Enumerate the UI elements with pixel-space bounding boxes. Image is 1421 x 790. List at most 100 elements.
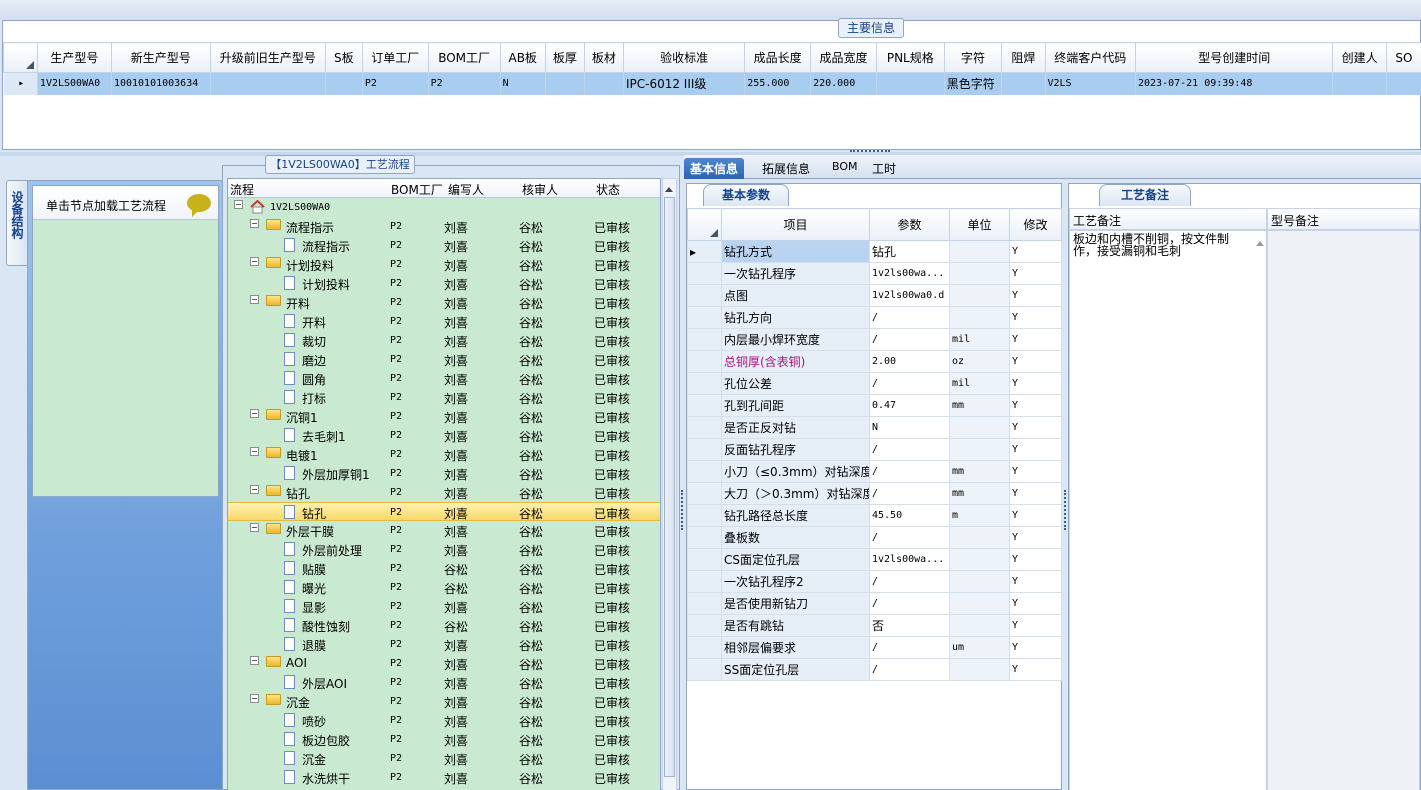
col-header[interactable]: PNL规格 <box>875 42 945 73</box>
tree-leaf-node[interactable]: 去毛刺1 P2 刘喜 谷松 已审核 <box>228 426 660 445</box>
table-cell[interactable] <box>1386 72 1421 95</box>
collapse-toggle-icon[interactable]: − <box>250 257 259 266</box>
tree-root[interactable]: − 1V2LS00WA0 <box>228 198 660 217</box>
tree-group-node[interactable]: − 外层干膜 P2 刘喜 谷松 已审核 <box>228 521 660 540</box>
table-cell[interactable]: P2 <box>362 72 429 95</box>
col-header[interactable]: 订单工厂 <box>361 42 429 73</box>
tree-group-node[interactable]: − 流程指示 P2 刘喜 谷松 已审核 <box>228 217 660 236</box>
row-indicator[interactable] <box>687 306 722 329</box>
row-indicator[interactable] <box>687 504 722 527</box>
param-value[interactable]: / <box>869 372 950 395</box>
row-indicator[interactable] <box>687 394 722 417</box>
param-modify[interactable]: Y <box>1009 570 1062 593</box>
param-modify[interactable]: Y <box>1009 306 1062 329</box>
param-value[interactable]: / <box>869 482 950 505</box>
col-header[interactable]: S板 <box>324 42 363 73</box>
table-cell[interactable] <box>210 72 326 95</box>
collapse-toggle-icon[interactable]: − <box>234 200 243 209</box>
row-indicator[interactable] <box>687 328 722 351</box>
col-header-reviewer[interactable]: 核审人 <box>522 181 558 198</box>
tree-leaf-node[interactable]: 开料 P2 刘喜 谷松 已审核 <box>228 312 660 331</box>
table-cell[interactable]: P2 <box>428 72 501 95</box>
tree-leaf-node[interactable]: 裁切 P2 刘喜 谷松 已审核 <box>228 331 660 350</box>
process-note-cell[interactable]: 板边和内槽不削铜，按文件制作，接受漏铜和毛刺 <box>1069 230 1267 790</box>
tree-leaf-node[interactable]: 打标 P2 刘喜 谷松 已审核 <box>228 388 660 407</box>
col-header-modify[interactable]: 修改 <box>1009 208 1062 241</box>
param-row[interactable]: 反面钻孔程序 / Y <box>687 438 1062 461</box>
param-modify[interactable]: Y <box>1009 658 1062 681</box>
col-header[interactable]: BOM工厂 <box>427 42 501 73</box>
params-corner[interactable] <box>687 208 722 241</box>
row-indicator[interactable] <box>687 658 722 681</box>
param-value[interactable]: / <box>869 438 950 461</box>
param-value[interactable]: 1v2ls00wa0.d <box>869 284 950 307</box>
param-value[interactable]: N <box>869 416 950 439</box>
table-cell[interactable]: V2LS <box>1045 72 1136 95</box>
param-value[interactable]: / <box>869 592 950 615</box>
col-header[interactable]: AB板 <box>499 42 546 73</box>
param-modify[interactable]: Y <box>1009 592 1062 615</box>
col-header[interactable]: 阻焊 <box>1001 42 1046 73</box>
param-value[interactable]: 否 <box>869 614 950 637</box>
row-indicator[interactable] <box>687 284 722 307</box>
tree-group-node[interactable]: − 电镀1 P2 刘喜 谷松 已审核 <box>228 445 660 464</box>
row-indicator[interactable] <box>687 460 722 483</box>
col-header-unit[interactable]: 单位 <box>949 208 1010 241</box>
param-modify[interactable]: Y <box>1009 372 1062 395</box>
row-indicator[interactable] <box>687 570 722 593</box>
tree-group-node[interactable]: − 计划投料 P2 刘喜 谷松 已审核 <box>228 255 660 274</box>
row-indicator[interactable] <box>687 548 722 571</box>
param-row[interactable]: 钻孔方向 / Y <box>687 306 1062 329</box>
param-modify[interactable]: Y <box>1009 526 1062 549</box>
col-header[interactable]: 型号创建时间 <box>1134 42 1334 73</box>
row-indicator[interactable] <box>687 636 722 659</box>
param-modify[interactable]: Y <box>1009 350 1062 373</box>
param-value[interactable]: 1v2ls00wa... <box>869 262 950 285</box>
param-modify[interactable]: Y <box>1009 614 1062 637</box>
row-indicator[interactable]: ▸ <box>3 72 38 95</box>
row-indicator[interactable] <box>687 372 722 395</box>
tree-leaf-node[interactable]: 流程指示 P2 刘喜 谷松 已审核 <box>228 236 660 255</box>
param-row[interactable]: ▸ 钻孔方式 钻孔 Y <box>687 240 1062 263</box>
scroll-thumb[interactable] <box>664 197 675 777</box>
tree-leaf-node[interactable]: 沉金 P2 刘喜 谷松 已审核 <box>228 749 660 768</box>
table-cell[interactable]: 2023-07-21 09:39:48 <box>1135 72 1334 95</box>
tab-basic-info[interactable]: 基本信息 <box>684 158 745 179</box>
tree-leaf-node[interactable]: 外层前处理 P2 刘喜 谷松 已审核 <box>228 540 660 559</box>
subtab-basic-params[interactable]: 基本参数 <box>703 184 789 206</box>
table-cell[interactable] <box>545 72 585 95</box>
row-indicator[interactable] <box>687 526 722 549</box>
col-header-process-note[interactable]: 工艺备注 <box>1069 208 1267 230</box>
param-row[interactable]: 大刀（＞0.3mm）对钻深度 / mm Y <box>687 482 1062 505</box>
row-header-corner[interactable] <box>3 42 38 73</box>
scroll-up-arrow-icon[interactable] <box>665 183 673 192</box>
param-value[interactable]: / <box>869 570 950 593</box>
param-modify[interactable]: Y <box>1009 328 1062 351</box>
tree-leaf-node[interactable]: 水洗烘干 P2 刘喜 谷松 已审核 <box>228 768 660 787</box>
col-header[interactable]: 新生产型号 <box>110 42 211 73</box>
table-cell[interactable] <box>876 72 945 95</box>
tab-work-hours[interactable]: 工时 <box>866 158 902 179</box>
note-scroll-up-icon[interactable] <box>1256 237 1264 246</box>
collapse-toggle-icon[interactable]: − <box>250 219 259 228</box>
tree-scrollbar[interactable] <box>662 178 677 790</box>
param-row[interactable]: 孔到孔间距 0.47 mm Y <box>687 394 1062 417</box>
table-cell[interactable]: 1V2LS00WA0 <box>37 72 112 95</box>
col-header-model-note[interactable]: 型号备注 <box>1267 208 1420 230</box>
param-modify[interactable]: Y <box>1009 438 1062 461</box>
row-indicator[interactable]: ▸ <box>687 240 722 263</box>
param-row[interactable]: 内层最小焊环宽度 / mil Y <box>687 328 1062 351</box>
param-row[interactable]: 一次钻孔程序2/ Y <box>687 570 1062 593</box>
row-indicator[interactable] <box>687 482 722 505</box>
col-header[interactable]: 升级前旧生产型号 <box>209 42 326 73</box>
collapse-toggle-icon[interactable]: − <box>250 694 259 703</box>
param-row[interactable]: 小刀（≤0.3mm）对钻深度 / mm Y <box>687 460 1062 483</box>
tree-leaf-node[interactable]: 计划投料 P2 刘喜 谷松 已审核 <box>228 274 660 293</box>
param-value[interactable]: 2.00 <box>869 350 950 373</box>
tab-extended-info[interactable]: 拓展信息 <box>756 158 816 179</box>
tree-group-node[interactable]: − 开料 P2 刘喜 谷松 已审核 <box>228 293 660 312</box>
table-cell[interactable] <box>325 72 363 95</box>
param-modify[interactable]: Y <box>1009 262 1062 285</box>
param-modify[interactable]: Y <box>1009 460 1062 483</box>
collapse-toggle-icon[interactable]: − <box>250 523 259 532</box>
